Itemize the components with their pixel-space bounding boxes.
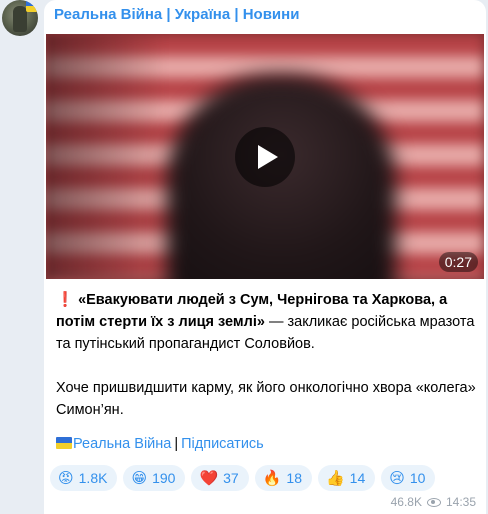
reaction-grin[interactable]: 😁 190: [123, 465, 186, 491]
reaction-count: 37: [223, 470, 239, 486]
reaction-count: 10: [409, 470, 426, 486]
post-links: Реальна Війна | Підписатись: [56, 436, 264, 452]
ukraine-flag-icon: [56, 437, 72, 449]
ukraine-flag-badge: [26, 0, 38, 12]
message-time: 14:35: [445, 495, 476, 509]
reaction-angry[interactable]: 😡 1.8K: [50, 465, 118, 491]
post-text: ❗ «Евакуювати людей з Сум, Чернігова та Х…: [56, 289, 476, 421]
reaction-count: 14: [349, 470, 366, 486]
play-button[interactable]: [235, 127, 295, 187]
message-bubble: Реальна Війна | Україна | Новини 0:27 ❗ «…: [44, 0, 486, 514]
reaction-heart[interactable]: ❤️ 37: [191, 465, 249, 491]
channel-link[interactable]: Реальна Війна: [73, 436, 171, 452]
view-count: 46.8K: [390, 495, 422, 509]
video-preview[interactable]: 0:27: [46, 34, 484, 279]
post-paragraph-1: ❗ «Евакуювати людей з Сум, Чернігова та Х…: [56, 289, 476, 355]
reactions-bar: 😡 1.8K 😁 190 ❤️ 37 🔥 18 👍 14 😢 10: [50, 465, 436, 491]
reaction-fire[interactable]: 🔥 18: [254, 465, 312, 491]
reaction-count: 190: [152, 470, 176, 486]
message-meta: 46.8K 14:35: [391, 495, 476, 509]
eye-icon: [426, 497, 441, 507]
video-shadow: [46, 34, 166, 279]
grinning-face-icon: 😁: [131, 469, 148, 487]
heart-icon: ❤️: [199, 469, 219, 487]
fire-icon: 🔥: [262, 469, 282, 487]
reaction-count: 1.8K: [78, 470, 108, 486]
link-separator: |: [174, 436, 179, 452]
exclamation-icon: ❗: [56, 292, 75, 308]
reaction-crying[interactable]: 😢 10: [381, 465, 436, 491]
channel-avatar[interactable]: [2, 0, 38, 36]
angry-face-icon: 😡: [58, 469, 74, 487]
avatar-figure: [13, 6, 27, 32]
subscribe-link[interactable]: Підписатись: [181, 436, 264, 452]
reaction-thumbs-up[interactable]: 👍 14: [317, 465, 376, 491]
video-duration: 0:27: [438, 252, 478, 272]
reaction-count: 18: [286, 470, 302, 486]
channel-title[interactable]: Реальна Війна | Україна | Новини: [54, 6, 299, 23]
thumbs-up-icon: 👍: [325, 469, 345, 487]
post-paragraph-2: Хоче пришвидшити карму, як його онкологі…: [56, 380, 476, 418]
play-icon: [258, 145, 278, 169]
crying-face-icon: 😢: [389, 469, 405, 487]
